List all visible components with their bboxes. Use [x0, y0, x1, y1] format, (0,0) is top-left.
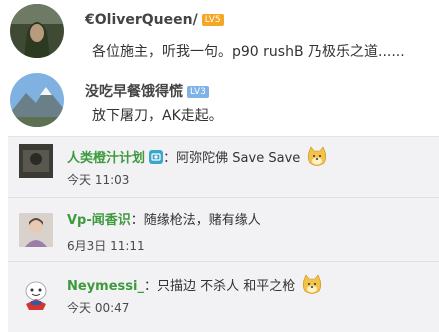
reply-time: 今天 11:03: [67, 173, 130, 187]
reply-time: 今天 00:47: [67, 301, 130, 315]
doge-emoji-icon: [306, 146, 328, 168]
level-badge: LV5: [201, 14, 224, 26]
mountain-avatar[interactable]: [10, 73, 64, 127]
dark-avatar[interactable]: [19, 144, 53, 178]
camera-member-icon[interactable]: [149, 150, 164, 164]
separator: ：: [130, 213, 144, 228]
reply-line: Neymessi_：只描边 不杀人 和平之枪: [67, 274, 323, 296]
reply-line: Vp-闻香识：随缘枪法，赌有缘人: [67, 209, 261, 228]
divider: [8, 197, 439, 198]
comments-panel: 人类橙汁计划 ：阿弥陀佛 Save Save 今天 11:03 Vp-闻香识：随…: [8, 136, 439, 332]
divider: [8, 261, 439, 262]
doge-emoji-icon: [301, 274, 323, 296]
person-avatar[interactable]: [19, 213, 53, 247]
username-text[interactable]: €OliverQueen/: [85, 12, 198, 28]
separator: ：: [143, 279, 157, 294]
cartoon-avatar[interactable]: [19, 277, 53, 311]
level-badge: LV3: [187, 86, 209, 98]
post-username[interactable]: 没吃早餐饿得慌 LV3: [85, 81, 209, 101]
reply-username[interactable]: Vp-闻香识: [67, 213, 131, 228]
post-text: 各位施主，听我一句。p90 rushB 乃极乐之道......: [92, 44, 405, 60]
username-text[interactable]: 没吃早餐饿得慌: [85, 84, 183, 100]
reply-time: 6月3日 11:11: [67, 239, 145, 253]
reply-text: 随缘枪法，赌有缘人: [143, 213, 261, 228]
reply-text: 只描边 不杀人 和平之枪: [156, 279, 296, 294]
archer-avatar[interactable]: [10, 4, 64, 58]
post-text: 放下屠刀，AK走起。: [92, 108, 223, 124]
separator: ：: [163, 151, 177, 166]
reply-username[interactable]: Neymessi_: [67, 279, 144, 294]
reply-text: 阿弥陀佛 Save Save: [176, 151, 301, 166]
reply-line: 人类橙汁计划 ：阿弥陀佛 Save Save: [67, 146, 328, 168]
reply-username[interactable]: 人类橙汁计划: [67, 151, 145, 166]
post-username[interactable]: €OliverQueen/LV5: [85, 12, 224, 28]
